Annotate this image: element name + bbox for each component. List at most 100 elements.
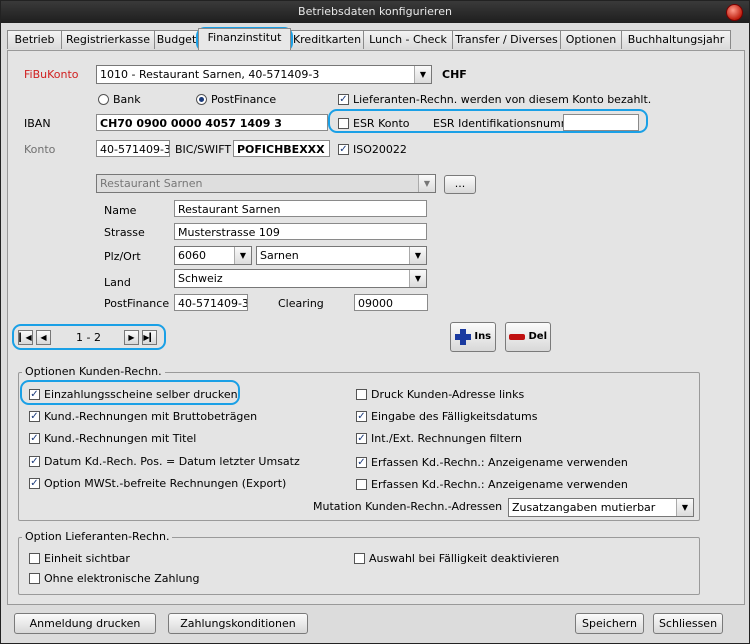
kunden-left-label-3: Datum Kd.-Rech. Pos. = Datum letzter Ums…: [44, 455, 300, 468]
ohne-zahlung-checkbox[interactable]: [29, 573, 40, 584]
land-label: Land: [104, 276, 131, 289]
tab-registrierkasse[interactable]: Registrierkasse: [61, 30, 155, 49]
tab-finanzinstitut[interactable]: Finanzinstitut: [198, 28, 291, 50]
kunden-right-checkbox-3[interactable]: ✓: [356, 457, 367, 468]
radio-postfinance-label: PostFinance: [211, 93, 277, 106]
strasse-input[interactable]: Musterstrasse 109: [174, 223, 427, 240]
esr-id-label: ESR Identifikationsnumm: [433, 117, 572, 130]
kunden-right-label-4: Erfassen Kd.-Rechn.: Anzeigename verwend…: [371, 478, 628, 491]
kunden-left-label-0: Einzahlungsscheine selber drucken: [44, 388, 238, 401]
last-record-button[interactable]: ▶▎: [142, 330, 157, 345]
radio-bank[interactable]: [98, 94, 109, 105]
tab-transfer-diverses[interactable]: Transfer / Diverses: [452, 30, 561, 49]
lieferanten-checkbox[interactable]: ✓: [338, 94, 349, 105]
iso20022-checkbox[interactable]: ✓: [338, 144, 349, 155]
finanzinstitut-panel: FiBuKonto 1010 - Restaurant Sarnen, 40-5…: [7, 50, 745, 605]
schliessen-button[interactable]: Schliessen: [653, 613, 723, 634]
plz-value: 6060: [178, 249, 206, 262]
bic-input[interactable]: POFICHBEXXX: [233, 140, 330, 157]
radio-bank-label: Bank: [113, 93, 141, 106]
land-select[interactable]: Schweiz ▼: [174, 269, 427, 288]
auswahl-label: Auswahl bei Fälligkeit deaktivieren: [369, 552, 560, 565]
fibukonto-select[interactable]: 1010 - Restaurant Sarnen, 40-571409-3 ▼: [96, 65, 432, 84]
chevron-down-icon: ▼: [409, 247, 426, 264]
address-select[interactable]: Restaurant Sarnen ▼: [96, 174, 436, 193]
tab-buchhaltungsjahr[interactable]: Buchhaltungsjahr: [621, 30, 731, 49]
tab-kreditkarten[interactable]: Kreditkarten: [290, 30, 364, 49]
ort-value: Sarnen: [260, 249, 299, 262]
tab-lunch-check[interactable]: Lunch - Check: [363, 30, 453, 49]
esr-konto-label: ESR Konto: [353, 117, 410, 130]
postfinance-label: PostFinance: [104, 297, 170, 310]
mutation-select[interactable]: Zusatzangaben mutierbar ▼: [508, 498, 694, 517]
kunden-right-label-3: Erfassen Kd.-Rechn.: Anzeigename verwend…: [371, 456, 628, 469]
ohne-zahlung-label: Ohne elektronische Zahlung: [44, 572, 200, 585]
kunden-left-label-4: Option MWSt.-befreite Rechnungen (Export…: [44, 477, 287, 490]
kunden-right-label-2: Int./Ext. Rechnungen filtern: [371, 432, 522, 445]
window-title: Betriebsdaten konfigurieren: [298, 5, 452, 18]
einheit-checkbox[interactable]: [29, 553, 40, 564]
clearing-label: Clearing: [278, 297, 324, 310]
name-label: Name: [104, 204, 137, 217]
kunden-right-label-1: Eingabe des Fälligkeitsdatums: [371, 410, 538, 423]
bic-label: BIC/SWIFT: [175, 143, 232, 156]
esr-konto-checkbox[interactable]: [338, 118, 349, 129]
chevron-down-icon: ▼: [409, 270, 426, 287]
close-window-button[interactable]: [726, 4, 743, 21]
tab-optionen[interactable]: Optionen: [560, 30, 622, 49]
strasse-label: Strasse: [104, 226, 145, 239]
konto-input[interactable]: 40-571409-3: [96, 140, 170, 157]
delete-label: Del: [528, 331, 547, 342]
plzort-label: Plz/Ort: [104, 250, 141, 263]
kunden-right-label-0: Druck Kunden-Adresse links: [371, 388, 525, 401]
kunden-right-checkbox-0[interactable]: [356, 389, 367, 400]
kunden-left-checkbox-0[interactable]: ✓: [29, 389, 40, 400]
kunden-right-checkbox-4[interactable]: [356, 479, 367, 490]
kunden-left-checkbox-2[interactable]: ✓: [29, 433, 40, 444]
prev-record-button[interactable]: ◀: [36, 330, 51, 345]
address-select-value: Restaurant Sarnen: [100, 177, 203, 190]
chevron-down-icon: ▼: [418, 175, 435, 192]
esr-id-input[interactable]: [563, 114, 639, 131]
auswahl-checkbox[interactable]: [354, 553, 365, 564]
currency-label: CHF: [442, 68, 467, 81]
record-navigator: ▎◀ ◀ 1 - 2 ▶ ▶▎: [18, 330, 158, 345]
lieferanten-checkbox-label: Lieferanten-Rechn. werden von diesem Kon…: [353, 93, 652, 106]
kunden-options-title: Optionen Kunden-Rechn.: [22, 365, 165, 378]
kunden-right-checkbox-2[interactable]: ✓: [356, 433, 367, 444]
more-button[interactable]: ...: [444, 175, 476, 194]
zahlungskonditionen-button[interactable]: Zahlungskonditionen: [168, 613, 308, 634]
title-bar[interactable]: Betriebsdaten konfigurieren: [1, 1, 749, 23]
lieferanten-options-group: [18, 537, 700, 595]
iban-label: IBAN: [24, 117, 51, 130]
speichern-button[interactable]: Speichern: [575, 613, 644, 634]
mutation-label: Mutation Kunden-Rechn.-Adressen: [313, 500, 503, 513]
iso20022-label: ISO20022: [353, 143, 407, 156]
postfinance-input[interactable]: 40-571409-3: [174, 294, 248, 311]
fibukonto-label: FiBuKonto: [24, 68, 79, 81]
minus-icon: [508, 334, 525, 340]
insert-button[interactable]: Ins: [450, 322, 496, 352]
dialog-window: Betriebsdaten konfigurieren Betrieb Regi…: [0, 0, 750, 644]
einheit-label: Einheit sichtbar: [44, 552, 130, 565]
kunden-right-checkbox-1[interactable]: ✓: [356, 411, 367, 422]
iban-input[interactable]: CH70 0900 0000 4057 1409 3: [96, 114, 328, 131]
radio-postfinance[interactable]: [196, 94, 207, 105]
delete-button[interactable]: Del: [505, 322, 551, 352]
clearing-input[interactable]: 09000: [354, 294, 428, 311]
tab-budget[interactable]: Budget: [154, 30, 199, 49]
tab-betrieb[interactable]: Betrieb: [7, 30, 62, 49]
lieferanten-options-title: Option Lieferanten-Rechn.: [22, 530, 173, 543]
kunden-left-checkbox-4[interactable]: ✓: [29, 478, 40, 489]
insert-label: Ins: [474, 331, 492, 342]
anmeldung-drucken-button[interactable]: Anmeldung drucken: [14, 613, 156, 634]
ort-select[interactable]: Sarnen ▼: [256, 246, 427, 265]
first-record-button[interactable]: ▎◀: [18, 330, 33, 345]
next-record-button[interactable]: ▶: [124, 330, 139, 345]
kunden-left-label-1: Kund.-Rechnungen mit Bruttobeträgen: [44, 410, 258, 423]
kunden-left-checkbox-3[interactable]: ✓: [29, 456, 40, 467]
konto-label: Konto: [24, 143, 56, 156]
name-input[interactable]: Restaurant Sarnen: [174, 200, 427, 217]
plz-select[interactable]: 6060 ▼: [174, 246, 252, 265]
kunden-left-checkbox-1[interactable]: ✓: [29, 411, 40, 422]
